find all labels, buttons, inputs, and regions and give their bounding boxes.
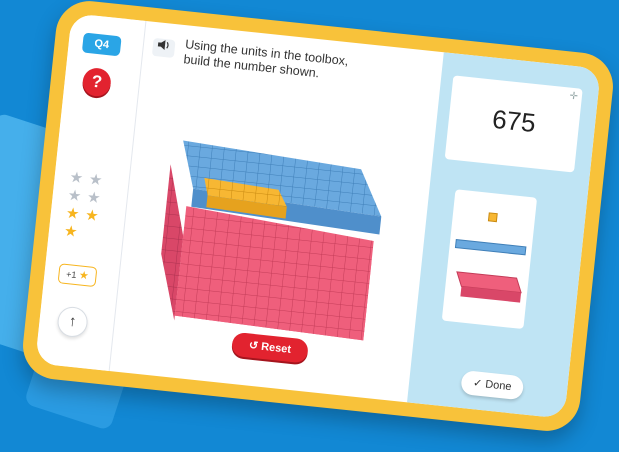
toolbox [441,189,538,330]
hundred-flat-tool [456,271,522,303]
target-number: 675 [490,103,538,139]
star-icon: ★ [88,170,104,190]
target-number-card: ✛ 675 [444,75,583,173]
bonus-star-badge: +1 ★ [57,263,98,288]
star-progress: ★ ★ ★ ★ ★ ★ ★ [60,169,115,246]
star-icon: ★ [63,222,79,241]
reset-label: Reset [260,340,292,356]
workspace: Using the units in the toolbox, build th… [109,21,444,402]
toolbox-items [454,212,527,303]
star-icon: ★ [65,204,81,223]
done-label: Done [484,378,513,394]
tablet-frame: Q4 ? ★ ★ ★ ★ ★ ★ ★ +1 ★ ↑ Using the units i… [19,0,617,435]
tablet-screen: Q4 ? ★ ★ ★ ★ ★ ★ ★ +1 ★ ↑ Using the units i… [35,13,601,419]
question-badge: Q4 [81,32,122,57]
block-model[interactable] [134,93,417,349]
star-icon: ★ [84,206,100,226]
resize-icon[interactable]: ✛ [569,91,578,103]
question-prompt: Using the units in the toolbox, build th… [183,37,425,92]
star-icon: ★ [66,186,83,206]
star-icon: ★ [78,269,90,283]
up-button[interactable]: ↑ [56,305,90,339]
star-icon: ★ [86,188,102,208]
help-button[interactable]: ? [81,66,113,98]
arrow-up-icon: ↑ [68,312,78,331]
star-icon: ★ [68,168,84,188]
bonus-label: +1 [65,269,77,281]
ten-rod-tool [454,239,527,256]
done-button[interactable]: ✓ Done [460,369,525,401]
unit-cube-tool [487,212,498,223]
speaker-icon[interactable] [151,37,176,59]
